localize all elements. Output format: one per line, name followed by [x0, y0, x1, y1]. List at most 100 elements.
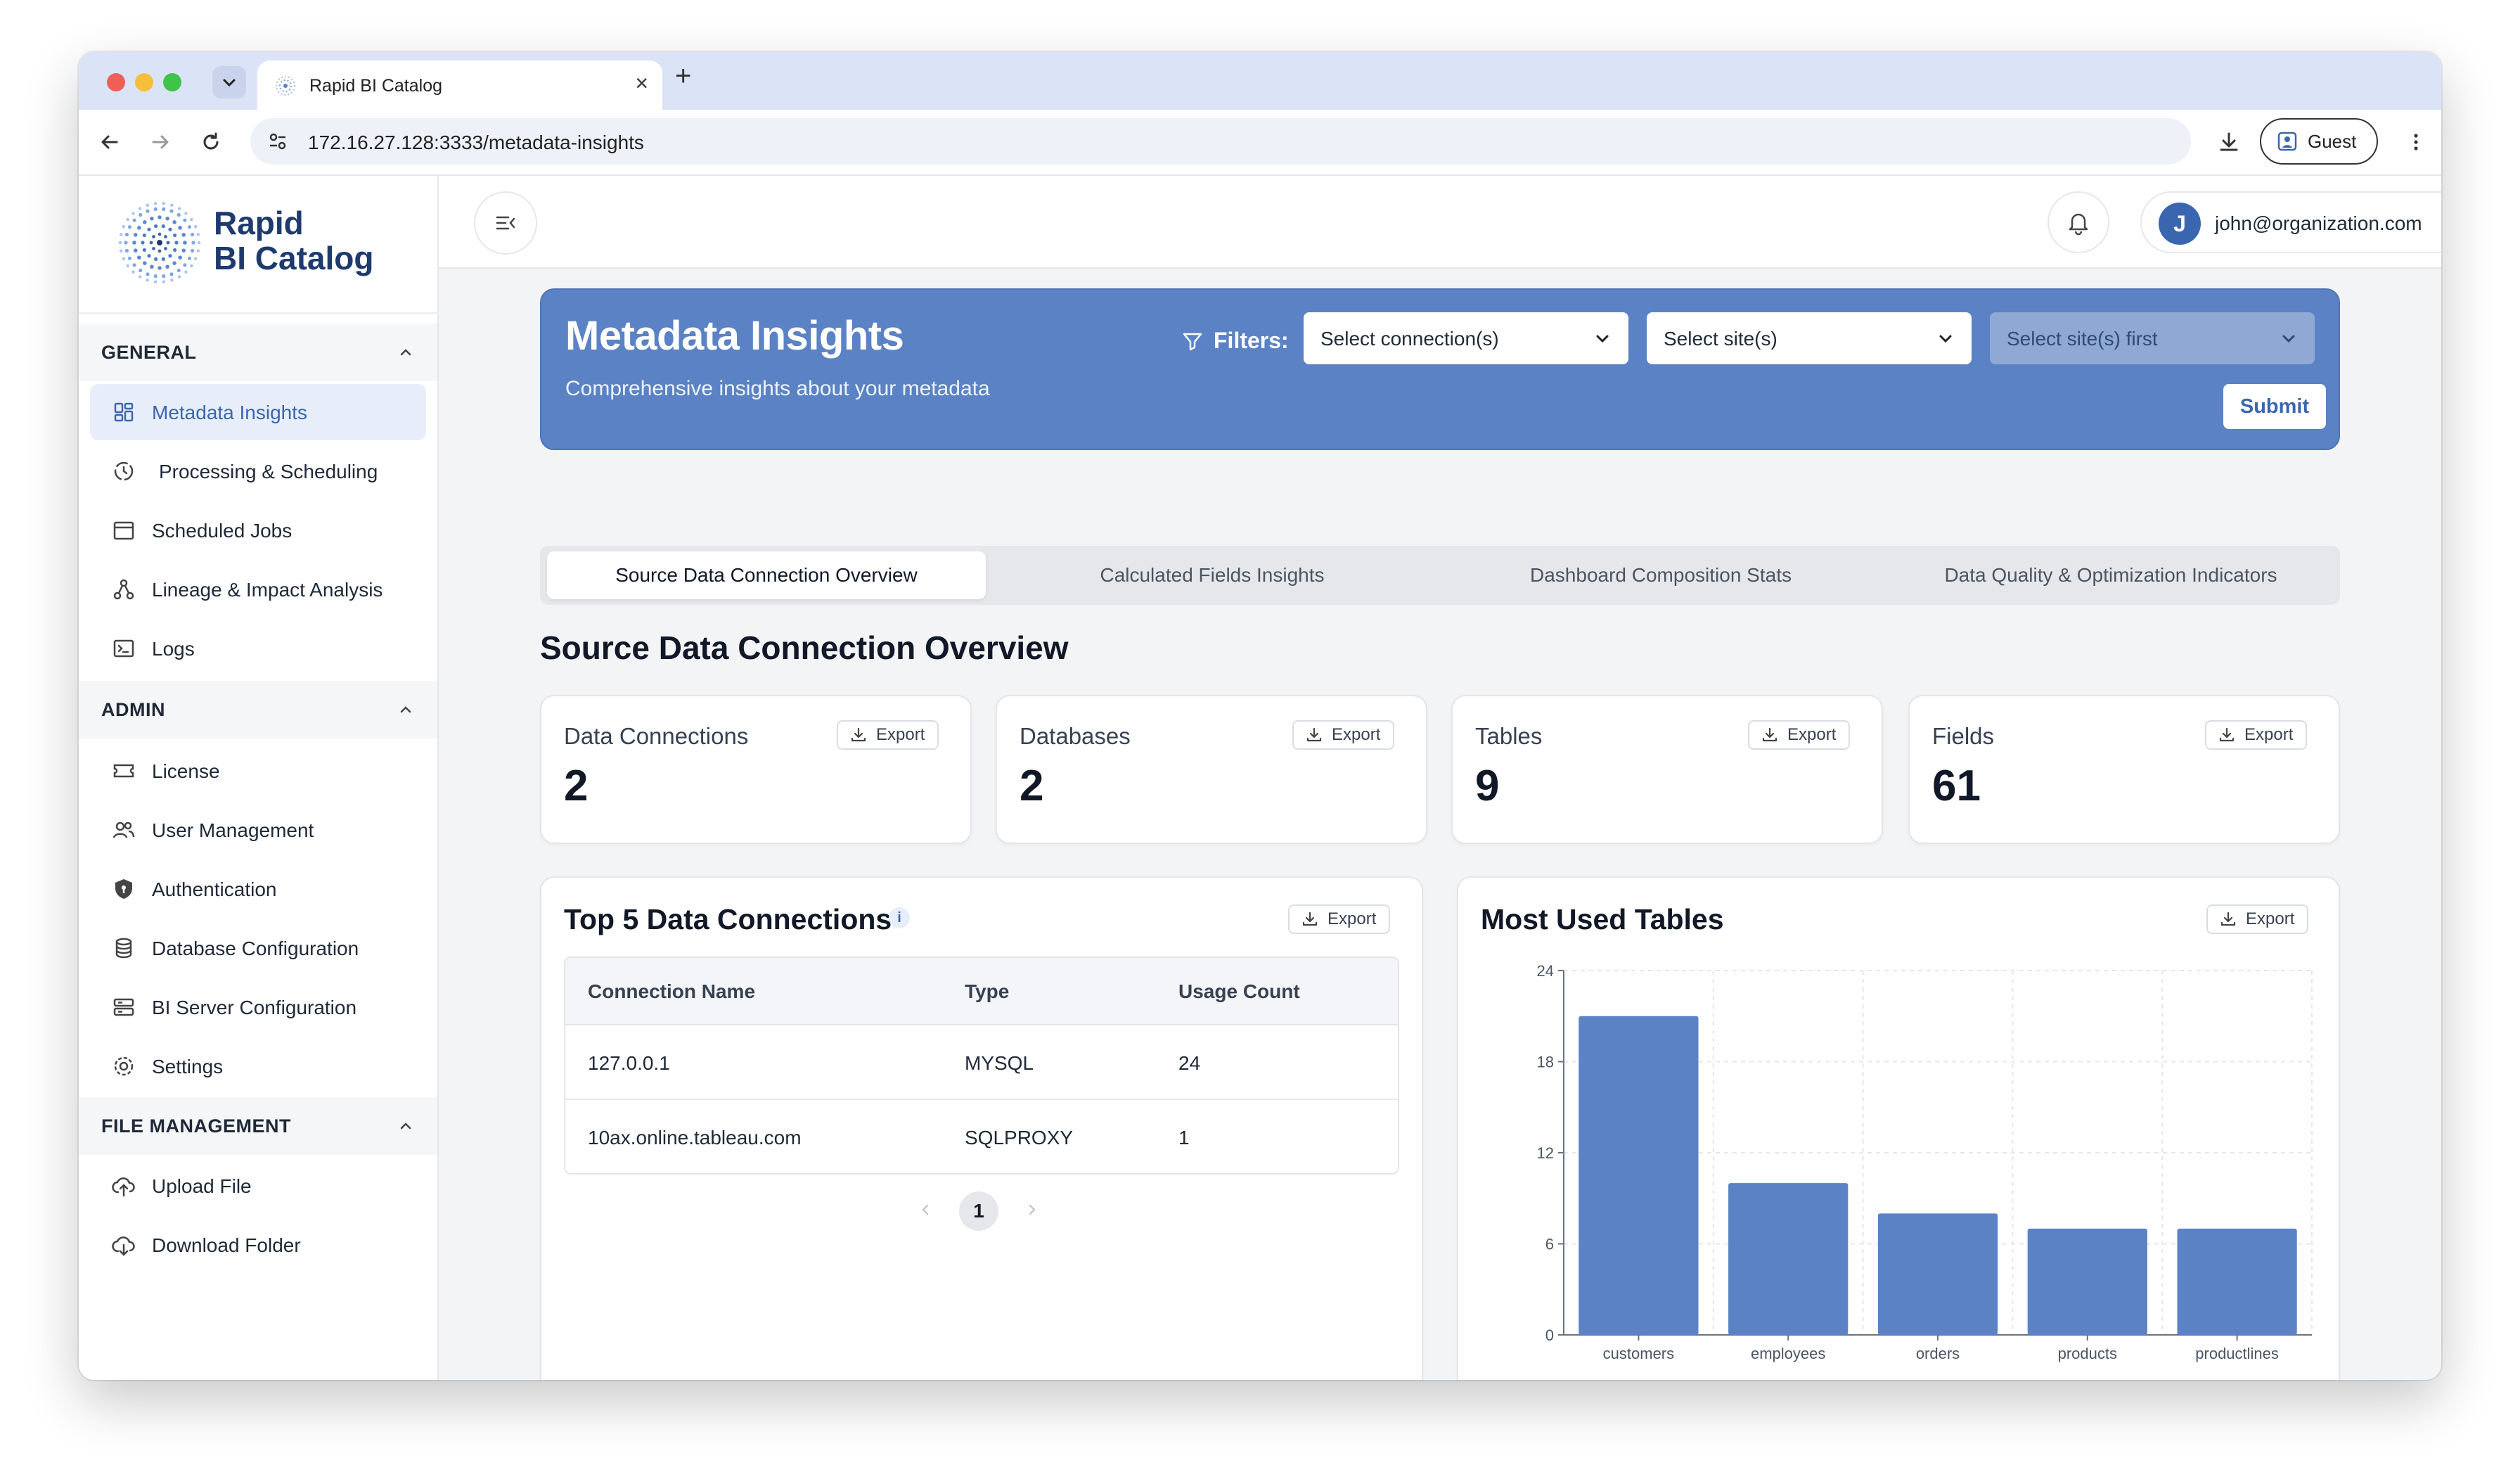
sidebar-item-settings[interactable]: Settings: [90, 1038, 426, 1094]
sidebar-item-authentication[interactable]: Authentication: [90, 861, 426, 917]
cloud-upload-icon: [112, 1177, 135, 1197]
gear-icon: [114, 1056, 134, 1076]
download-icon: [1762, 727, 1778, 742]
export-button[interactable]: Export: [1288, 904, 1391, 934]
calendar-icon: [113, 521, 134, 540]
logo-dot: [146, 272, 150, 276]
column-header[interactable]: Usage Count: [1178, 980, 1300, 1003]
sidebar-item-database-configuration[interactable]: Database Configuration: [90, 920, 426, 976]
collapse-sidebar-button[interactable]: [474, 191, 537, 255]
app: Rapid BI Catalog GENERAL Metadata Insigh…: [79, 176, 2441, 1380]
tab-data-quality-optimization[interactable]: Data Quality & Optimization Indicators: [1887, 551, 2334, 599]
browser-tab[interactable]: Rapid BI Catalog ×: [257, 60, 662, 110]
stat-label: Fields: [1932, 723, 1995, 749]
sidebar-item-license[interactable]: License: [90, 743, 426, 799]
table-row: 127.0.0.1 MYSQL 24: [565, 1025, 1398, 1100]
address-bar[interactable]: 172.16.27.128:3333/metadata-insights: [250, 118, 2191, 165]
main-content: J john@organization.com Metadata Insight…: [439, 176, 2441, 1380]
notifications-button[interactable]: [2048, 191, 2109, 253]
chevron-down-icon: [223, 79, 236, 87]
sidebar-item-user-management[interactable]: User Management: [90, 802, 426, 858]
back-arrow-icon[interactable]: [97, 129, 122, 155]
chevron-left-icon[interactable]: [917, 1201, 934, 1218]
sidebar-item-bi-server-configuration[interactable]: BI Server Configuration: [90, 979, 426, 1035]
stat-label: Databases: [1020, 723, 1131, 749]
section-general[interactable]: GENERAL: [79, 324, 437, 381]
project-select-value: Select site(s) first: [2007, 328, 2158, 350]
insights-tabs: Source Data Connection Overview Calculat…: [540, 546, 2340, 605]
bell-icon: [2069, 213, 2088, 236]
sidebar-item-label: Logs: [152, 638, 195, 660]
browser-menu-icon[interactable]: [2403, 129, 2429, 155]
chevron-right-icon[interactable]: [1024, 1201, 1041, 1218]
close-window-button[interactable]: [107, 73, 125, 91]
sidebar-item-lineage[interactable]: Lineage & Impact Analysis: [90, 561, 426, 618]
table-cell: SQLPROXY: [965, 1127, 1074, 1149]
section-title: Source Data Connection Overview: [540, 629, 1069, 666]
site-settings-icon[interactable]: [267, 131, 288, 152]
sidebar-item-label: Database Configuration: [152, 938, 359, 959]
section-file-management[interactable]: FILE MANAGEMENT: [79, 1097, 437, 1155]
close-tab-icon[interactable]: ×: [635, 72, 648, 94]
sidebar-item-label: License: [152, 760, 220, 782]
logo-dot: [126, 264, 129, 268]
sidebar-item-logs[interactable]: Logs: [90, 620, 426, 677]
user-menu-button[interactable]: J john@organization.com: [2140, 191, 2441, 253]
x-tick-label: employees: [1751, 1345, 1825, 1362]
shield-icon: [115, 879, 132, 899]
profile-button[interactable]: Guest: [2260, 118, 2378, 165]
export-button[interactable]: Export: [1748, 720, 1851, 750]
page-number[interactable]: 1: [959, 1191, 998, 1231]
tab-source-data-connection-overview[interactable]: Source Data Connection Overview: [547, 551, 986, 599]
most-used-tables-card: Most Used Tables Export 0 6 12 18 24 customer…: [1457, 876, 2340, 1380]
stat-card-databases: Databases 2 Export: [996, 695, 1427, 844]
export-button[interactable]: Export: [1292, 720, 1395, 750]
connection-select[interactable]: Select connection(s): [1304, 312, 1628, 364]
minimize-window-button[interactable]: [135, 73, 153, 91]
logo-dot: [118, 241, 122, 245]
new-tab-button[interactable]: +: [675, 62, 691, 90]
sidebar-item-scheduled-jobs[interactable]: Scheduled Jobs: [90, 502, 426, 558]
column-header[interactable]: Type: [965, 980, 1009, 1003]
section-admin[interactable]: ADMIN: [79, 681, 437, 738]
info-icon[interactable]: i: [889, 907, 910, 928]
sidebar-item-label: Authentication: [152, 878, 277, 900]
logo-dot: [165, 216, 169, 221]
logo-dot: [132, 263, 136, 267]
site-select[interactable]: Select site(s): [1647, 312, 1972, 364]
sidebar-item-upload-file[interactable]: Upload File: [90, 1158, 426, 1214]
logo[interactable]: Rapid BI Catalog: [118, 201, 413, 286]
bar-productlines: [2177, 1228, 2297, 1335]
table-row: 10ax.online.tableau.com SQLPROXY 1: [565, 1100, 1398, 1173]
sidebar-item-download-folder[interactable]: Download Folder: [90, 1217, 426, 1273]
maximize-window-button[interactable]: [163, 73, 181, 91]
x-tick-label: productlines: [2195, 1345, 2279, 1362]
tab-dashboard-composition-stats[interactable]: Dashboard Composition Stats: [1439, 551, 1883, 599]
download-icon[interactable]: [2216, 129, 2242, 155]
logo-dot: [161, 224, 165, 229]
sidebar-item-label: Settings: [152, 1056, 224, 1077]
logo-dot: [164, 235, 167, 238]
logo-dot: [197, 241, 201, 245]
tab-search-button[interactable]: [212, 66, 246, 98]
x-tick-label: orders: [1916, 1345, 1960, 1362]
logo-dot: [137, 255, 141, 260]
logo-mark-icon: [118, 202, 201, 283]
sidebar-item-processing-scheduling[interactable]: Processing & Scheduling: [90, 443, 426, 499]
column-header[interactable]: Connection Name: [588, 980, 755, 1003]
logo-dot: [190, 217, 193, 222]
sidebar-item-label: Processing & Scheduling: [159, 461, 378, 482]
logo-dot: [181, 233, 186, 237]
logo-dot: [142, 248, 146, 252]
export-button[interactable]: Export: [837, 720, 939, 750]
logo-dot: [137, 226, 141, 230]
export-button[interactable]: Export: [2205, 720, 2308, 750]
user-email: john@organization.com: [2215, 212, 2422, 234]
submit-button[interactable]: Submit: [2223, 384, 2326, 429]
sidebar-item-metadata-insights[interactable]: Metadata Insights: [90, 384, 426, 440]
tab-calculated-fields-insights[interactable]: Calculated Fields Insights: [990, 551, 1434, 599]
logo-dot: [178, 255, 182, 260]
reload-icon[interactable]: [198, 129, 224, 155]
forward-arrow-icon[interactable]: [148, 129, 173, 155]
logo-dot: [150, 216, 154, 221]
